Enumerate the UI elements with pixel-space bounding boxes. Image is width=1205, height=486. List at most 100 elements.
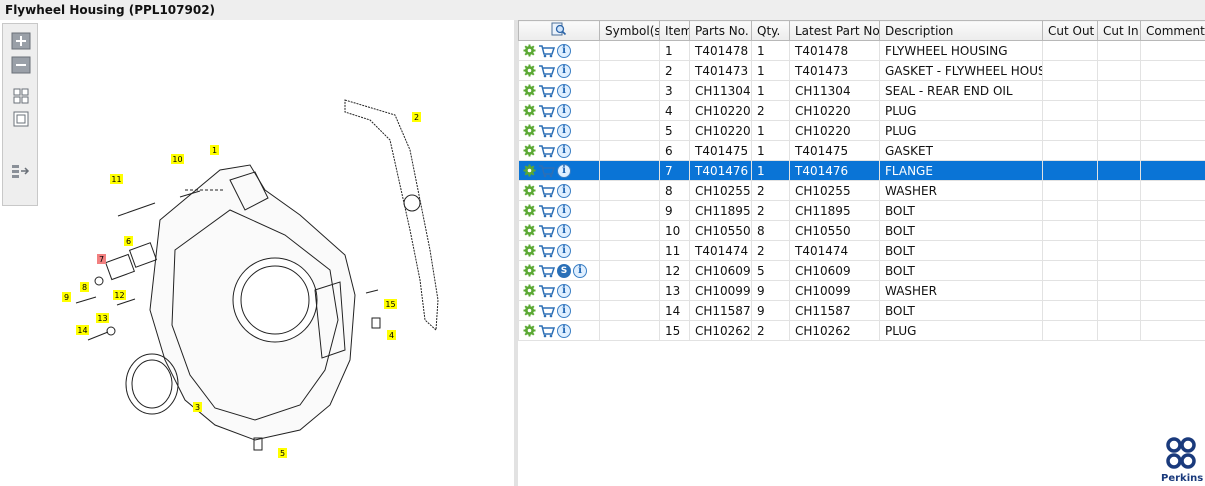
column-header-part-no[interactable]: Parts No. <box>689 20 752 41</box>
add-to-cart-icon[interactable] <box>538 264 555 278</box>
callout-1[interactable]: 1 <box>210 145 219 155</box>
configure-gear-icon[interactable] <box>523 184 536 197</box>
configure-gear-icon[interactable] <box>523 164 536 177</box>
info-icon[interactable]: i <box>557 43 571 58</box>
info-icon[interactable]: i <box>557 243 571 258</box>
add-to-cart-icon[interactable] <box>538 84 555 98</box>
qty-cell: 2 <box>751 180 790 201</box>
callout-12[interactable]: 12 <box>113 290 126 300</box>
diagram-panel[interactable]: 1 2 3 4 5 6 7 8 9 10 11 12 13 14 15 <box>0 20 514 486</box>
cut-in-cell <box>1097 280 1141 301</box>
table-row[interactable]: i 14 CH11587 9 CH11587 BOLT <box>518 300 1205 321</box>
table-row[interactable]: i 9 CH11895 2 CH11895 BOLT <box>518 200 1205 221</box>
add-to-cart-icon[interactable] <box>538 164 555 178</box>
table-row[interactable]: Si 12 CH10609 5 CH10609 BOLT <box>518 260 1205 281</box>
info-icon[interactable]: i <box>557 183 571 198</box>
info-icon[interactable]: i <box>557 123 571 138</box>
table-row[interactable]: i 4 CH10220 2 CH10220 PLUG <box>518 100 1205 121</box>
latest-part-no-cell: CH10099 <box>789 280 880 301</box>
configure-gear-icon[interactable] <box>523 44 536 57</box>
info-icon[interactable]: i <box>557 103 571 118</box>
table-row[interactable]: i2T4014731T401473GASKET - FLYWHEEL HOUSI… <box>518 60 1205 81</box>
qty-cell: 9 <box>751 280 790 301</box>
callout-7[interactable]: 7 <box>97 254 106 264</box>
configure-gear-icon[interactable] <box>523 84 536 97</box>
callout-9[interactable]: 9 <box>62 292 71 302</box>
configure-gear-icon[interactable] <box>523 324 536 337</box>
info-icon[interactable]: i <box>557 223 571 238</box>
configure-gear-icon[interactable] <box>523 64 536 77</box>
callout-5[interactable]: 5 <box>278 448 287 458</box>
info-icon[interactable]: i <box>557 203 571 218</box>
configure-gear-icon[interactable] <box>523 224 536 237</box>
info-icon[interactable]: i <box>557 63 571 78</box>
add-to-cart-icon[interactable] <box>538 324 555 338</box>
column-header-item[interactable]: Item <box>659 20 690 41</box>
callout-13[interactable]: 13 <box>96 313 109 323</box>
configure-gear-icon[interactable] <box>523 104 536 117</box>
column-header-symbols[interactable]: Symbol(s) <box>599 20 660 41</box>
configure-gear-icon[interactable] <box>523 284 536 297</box>
table-row[interactable]: i 5 CH10220 1 CH10220 PLUG <box>518 120 1205 141</box>
add-to-cart-icon[interactable] <box>538 224 555 238</box>
callout-6[interactable]: 6 <box>124 236 133 246</box>
callout-15[interactable]: 15 <box>384 299 397 309</box>
column-header-qty[interactable]: Qty. <box>751 20 790 41</box>
add-to-cart-icon[interactable] <box>538 104 555 118</box>
info-icon[interactable]: i <box>557 83 571 98</box>
table-row[interactable]: i 3 CH11304 1 CH11304 SEAL - REAR END OIL <box>518 80 1205 101</box>
symbols-cell <box>599 200 660 221</box>
configure-gear-icon[interactable] <box>523 144 536 157</box>
add-to-cart-icon[interactable] <box>538 304 555 318</box>
column-header-latest-part-no[interactable]: Latest Part No. <box>789 20 880 41</box>
info-icon[interactable]: i <box>573 263 587 278</box>
cut-in-cell <box>1097 260 1141 281</box>
add-to-cart-icon[interactable] <box>538 284 555 298</box>
column-header-description[interactable]: Description <box>879 20 1043 41</box>
callout-14[interactable]: 14 <box>76 325 89 335</box>
item-cell: 7 <box>659 160 690 181</box>
qty-cell: 1 <box>751 140 790 161</box>
table-row[interactable]: i 8 CH10255 2 CH10255 WASHER <box>518 180 1205 201</box>
column-header-cut-out[interactable]: Cut Out <box>1042 20 1098 41</box>
info-icon[interactable]: i <box>557 323 571 338</box>
configure-gear-icon[interactable] <box>523 244 536 257</box>
configure-gear-icon[interactable] <box>523 204 536 217</box>
column-header-icons[interactable] <box>518 20 600 41</box>
callout-11[interactable]: 11 <box>110 174 123 184</box>
add-to-cart-icon[interactable] <box>538 64 555 78</box>
table-row[interactable]: i 7 T401476 1 T401476 FLANGE <box>518 160 1205 181</box>
configure-gear-icon[interactable] <box>523 264 536 277</box>
add-to-cart-icon[interactable] <box>538 244 555 258</box>
info-icon[interactable]: i <box>557 163 571 178</box>
add-to-cart-icon[interactable] <box>538 124 555 138</box>
table-row[interactable]: i 15 CH10262 2 CH10262 PLUG <box>518 320 1205 341</box>
callout-2[interactable]: 2 <box>412 112 421 122</box>
exploded-view-drawing[interactable]: 123456789101112131415 <box>0 20 514 486</box>
column-header-cut-in[interactable]: Cut In <box>1097 20 1141 41</box>
item-cell: 4 <box>659 100 690 121</box>
column-header-comment[interactable]: Comment <box>1140 20 1205 41</box>
table-row[interactable]: i 1 T401478 1 T401478 FLYWHEEL HOUSING <box>518 40 1205 61</box>
add-to-cart-icon[interactable] <box>538 144 555 158</box>
info-icon[interactable]: i <box>557 143 571 158</box>
cut-out-cell <box>1042 240 1098 261</box>
info-icon[interactable]: i <box>557 303 571 318</box>
callout-4[interactable]: 4 <box>387 330 396 340</box>
row-actions-cell: i <box>518 80 600 101</box>
add-to-cart-icon[interactable] <box>538 204 555 218</box>
info-icon[interactable]: i <box>557 283 571 298</box>
table-row[interactable]: i 6 T401475 1 T401475 GASKET <box>518 140 1205 161</box>
item-cell: 5 <box>659 120 690 141</box>
item-cell: 10 <box>659 220 690 241</box>
configure-gear-icon[interactable] <box>523 304 536 317</box>
callout-10[interactable]: 10 <box>171 154 184 164</box>
table-row[interactable]: i 11 T401474 2 T401474 BOLT <box>518 240 1205 261</box>
callout-3[interactable]: 3 <box>193 402 202 412</box>
table-row[interactable]: i 13 CH10099 9 CH10099 WASHER <box>518 280 1205 301</box>
callout-8[interactable]: 8 <box>80 282 89 292</box>
configure-gear-icon[interactable] <box>523 124 536 137</box>
table-row[interactable]: i 10 CH10550 8 CH10550 BOLT <box>518 220 1205 241</box>
add-to-cart-icon[interactable] <box>538 44 555 58</box>
add-to-cart-icon[interactable] <box>538 184 555 198</box>
